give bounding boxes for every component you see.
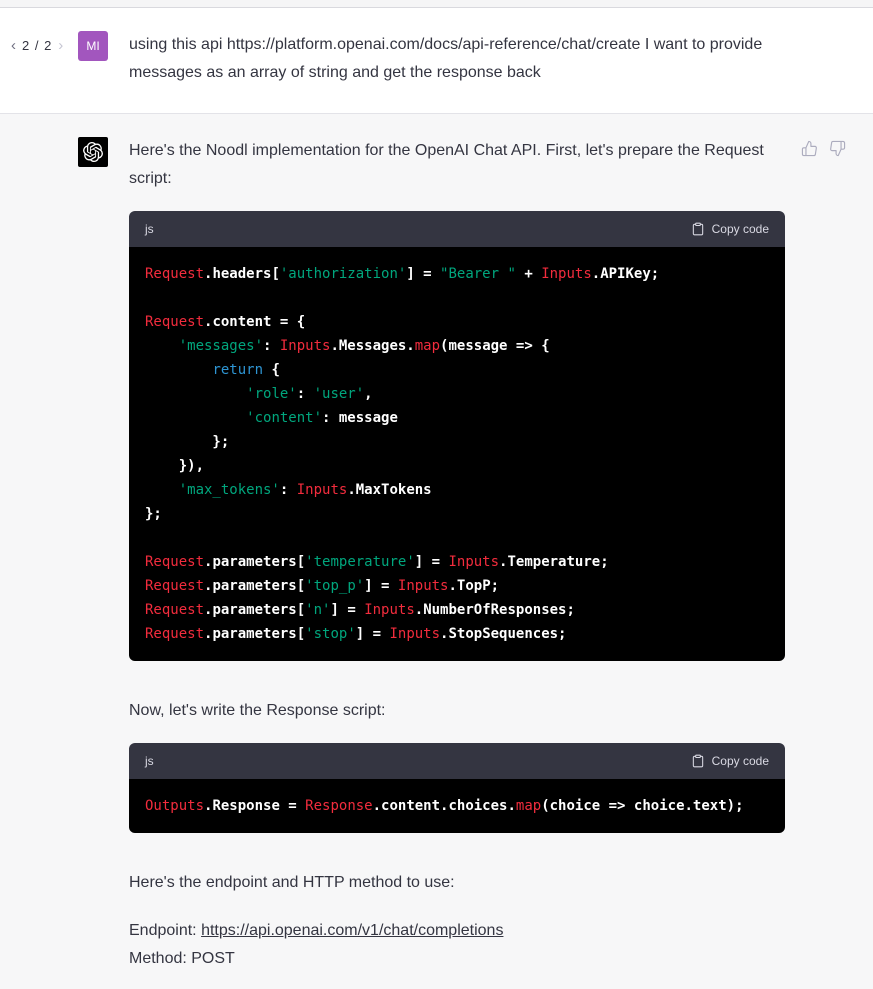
code-line: return {	[145, 358, 769, 382]
code-line: 'max_tokens': Inputs.MaxTokens	[145, 478, 769, 502]
code-line	[145, 286, 769, 310]
assistant-between-text: Now, let's write the Response script:	[129, 697, 789, 725]
code-language-label: js	[145, 754, 154, 768]
code-line: Request.content = {	[145, 310, 769, 334]
previous-section-edge	[0, 0, 873, 8]
assistant-avatar	[78, 137, 108, 167]
code-line: };	[145, 502, 769, 526]
feedback-actions	[801, 137, 846, 157]
assistant-message-row: Here's the Noodl implementation for the …	[0, 114, 873, 987]
copy-code-button[interactable]: Copy code	[691, 754, 769, 768]
method-line: Method: POST	[129, 945, 789, 973]
next-version-button[interactable]: ›	[57, 38, 64, 53]
openai-logo-icon	[83, 142, 103, 162]
assistant-intro-text: Here's the Noodl implementation for the …	[129, 137, 789, 193]
code-line: 'messages': Inputs.Messages.map(message …	[145, 334, 769, 358]
copy-code-button[interactable]: Copy code	[691, 222, 769, 236]
code-line: Request.parameters['stop'] = Inputs.Stop…	[145, 622, 769, 646]
previous-version-button[interactable]: ‹	[10, 38, 17, 53]
code-block-request-script: js Copy code Request.headers['authorizat…	[129, 211, 785, 661]
code-content-request: Request.headers['authorization'] = "Bear…	[129, 247, 785, 661]
assistant-outro-heading: Here's the endpoint and HTTP method to u…	[129, 869, 789, 897]
user-avatar-initials: MI	[86, 39, 99, 53]
message-pagination: ‹ 2 / 2 ›	[10, 38, 64, 53]
code-language-label: js	[145, 222, 154, 236]
clipboard-icon	[691, 222, 705, 236]
code-line: };	[145, 430, 769, 454]
user-message-text: using this api https://platform.openai.c…	[129, 31, 789, 87]
code-line	[145, 526, 769, 550]
code-line: Request.parameters['n'] = Inputs.NumberO…	[145, 598, 769, 622]
code-line: 'role': 'user',	[145, 382, 769, 406]
code-line: Request.parameters['temperature'] = Inpu…	[145, 550, 769, 574]
chat-page: ‹ 2 / 2 › MI using this api https://plat…	[0, 0, 873, 989]
thumbs-down-button[interactable]	[829, 140, 846, 157]
endpoint-line: Endpoint: https://api.openai.com/v1/chat…	[129, 917, 789, 945]
message-gutter: ‹ 2 / 2 ›	[10, 31, 78, 59]
code-line: Outputs.Response = Response.content.choi…	[145, 794, 769, 818]
clipboard-icon	[691, 754, 705, 768]
code-line: Request.parameters['top_p'] = Inputs.Top…	[145, 574, 769, 598]
code-block-header: js Copy code	[129, 211, 785, 247]
thumbs-up-button[interactable]	[801, 140, 818, 157]
code-block-header: js Copy code	[129, 743, 785, 779]
copy-code-label: Copy code	[712, 754, 769, 768]
code-line: Request.headers['authorization'] = "Bear…	[145, 262, 769, 286]
user-message-row: ‹ 2 / 2 › MI using this api https://plat…	[0, 8, 873, 114]
code-block-response-script: js Copy code Outputs.Response = Response…	[129, 743, 785, 833]
code-content-response: Outputs.Response = Response.content.choi…	[129, 779, 785, 833]
thumbs-up-icon	[801, 140, 818, 157]
message-gutter	[10, 137, 78, 165]
user-avatar: MI	[78, 31, 108, 61]
copy-code-label: Copy code	[712, 222, 769, 236]
thumbs-down-icon	[829, 140, 846, 157]
code-line: }),	[145, 454, 769, 478]
endpoint-url-link[interactable]: https://api.openai.com/v1/chat/completio…	[201, 922, 503, 939]
code-line: 'content': message	[145, 406, 769, 430]
endpoint-label: Endpoint:	[129, 922, 201, 939]
pagination-label: 2 / 2	[22, 38, 52, 53]
